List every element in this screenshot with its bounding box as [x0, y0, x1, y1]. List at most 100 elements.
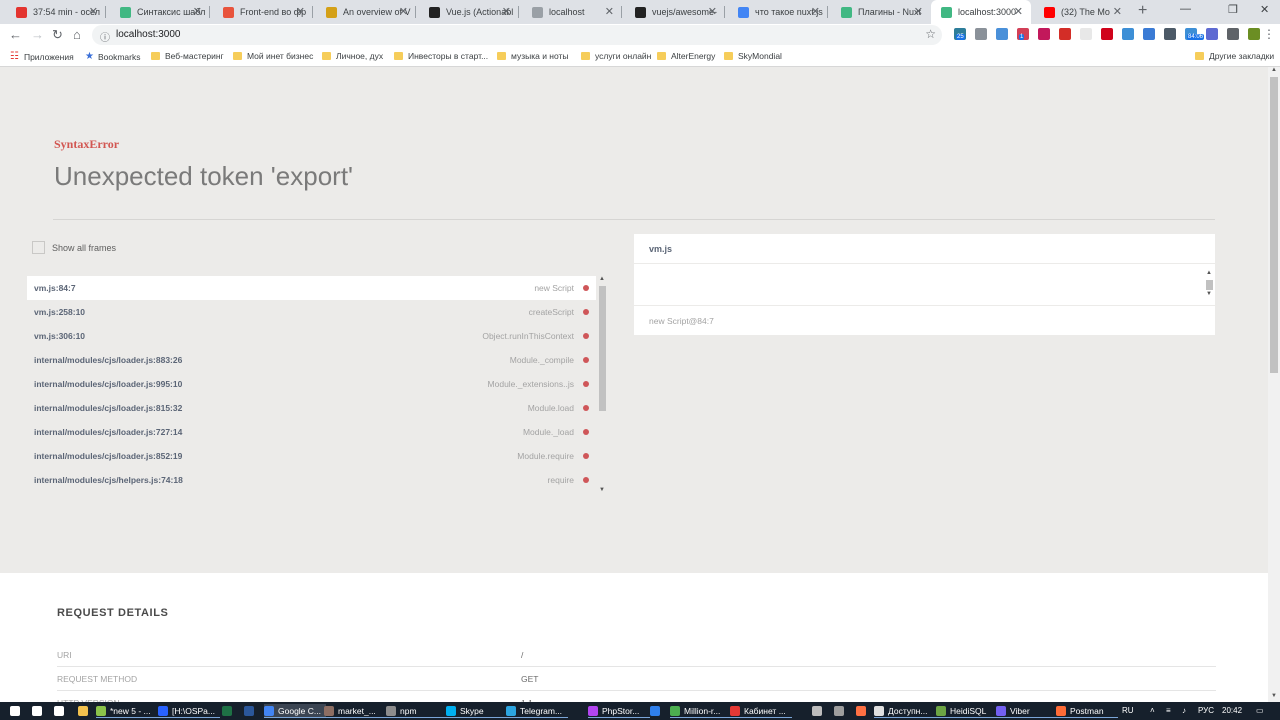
stack-frame[interactable]: vm.js:84:7 new Script [27, 276, 596, 300]
close-icon[interactable]: ✕ [502, 5, 511, 18]
timer-icon[interactable]: 84:06 [1185, 28, 1205, 40]
bookmark-item[interactable]: услуги онлайн [581, 51, 651, 61]
notifications-icon[interactable]: ▭ [1256, 706, 1264, 715]
close-icon[interactable]: ✕ [193, 5, 202, 18]
taskbar-item[interactable]: PhpStor... [588, 704, 650, 718]
heart-icon[interactable] [1038, 28, 1050, 40]
stack-frame[interactable]: internal/modules/cjs/loader.js:815:32 Mod… [27, 396, 596, 420]
show-all-frames-toggle[interactable]: Show all frames [32, 241, 116, 254]
page-scrollbar[interactable]: ▲ ▼ [1268, 67, 1280, 702]
stack-frame[interactable]: internal/modules/cjs/loader.js:883:26 Mod… [27, 348, 596, 372]
tab[interactable]: An overview of V ✕ [316, 0, 416, 24]
close-icon[interactable]: ✕ [296, 5, 305, 18]
taskbar-item[interactable] [812, 704, 826, 718]
taskbar-item[interactable] [650, 704, 664, 718]
tab[interactable]: 37:54 min - осел ✕ [6, 0, 106, 24]
close-icon[interactable]: ✕ [708, 5, 717, 18]
tab[interactable]: Синтаксис шабл ✕ [110, 0, 210, 24]
taskbar-item[interactable]: [H:\OSPa... [158, 704, 220, 718]
keyboard-layout[interactable]: РУС [1198, 706, 1214, 715]
bookmark-item[interactable]: музыка и ноты [497, 51, 569, 61]
minimize-icon[interactable]: — [1180, 3, 1191, 15]
taskbar-item[interactable]: Skype [446, 704, 508, 718]
tab[interactable]: Плагины - Nuxt ✕ [831, 0, 931, 24]
taskbar-item[interactable]: Кабинет ... [730, 704, 792, 718]
bookmark-item[interactable]: ☷ Приложения [10, 51, 74, 62]
bookmark-star-icon[interactable]: ☆ [925, 27, 936, 41]
playlist-icon[interactable] [1227, 28, 1239, 40]
menu-icon[interactable]: ⋮ [1263, 27, 1275, 41]
taskbar-item[interactable] [244, 704, 258, 718]
tray-expand-icon[interactable]: ˄ [1150, 706, 1155, 715]
bookmark-item[interactable]: SkyMondial [724, 51, 782, 61]
shield-icon[interactable] [1206, 28, 1218, 40]
avatar-icon[interactable] [1248, 28, 1260, 40]
translate-icon[interactable] [1143, 28, 1155, 40]
bookmark-item[interactable]: Инвесторы в старт... [394, 51, 488, 61]
taskbar-item[interactable] [10, 704, 24, 718]
bookmark-item[interactable]: AlterEnergy [657, 51, 715, 61]
network-icon[interactable]: ≡ [1166, 706, 1171, 715]
lastpass-icon[interactable] [1059, 28, 1071, 40]
language-indicator[interactable]: RU [1122, 706, 1134, 715]
taskbar-item[interactable]: Viber [996, 704, 1058, 718]
home-icon[interactable]: ⌂ [73, 27, 81, 42]
taskbar-item[interactable] [32, 704, 46, 718]
volume-icon[interactable]: ♪ [1182, 706, 1186, 715]
vpn-icon[interactable] [1164, 28, 1176, 40]
close-icon[interactable]: ✕ [1014, 5, 1023, 18]
scroll-up-icon[interactable]: ▲ [1206, 270, 1212, 276]
stack-frame[interactable]: internal/modules/cjs/loader.js:852:19 Mod… [27, 444, 596, 468]
pocket-icon[interactable] [975, 28, 987, 40]
taskbar-item[interactable]: *new 5 - ... [96, 704, 158, 718]
scroll-up-icon[interactable]: ▲ [1271, 67, 1277, 73]
frames-scroll-thumb[interactable] [599, 286, 606, 411]
tab[interactable]: что такое nuxt.js ✕ [728, 0, 828, 24]
scroll-up-icon[interactable]: ▲ [599, 276, 605, 282]
info-icon[interactable]: ⓘ [100, 29, 110, 44]
clock[interactable]: 20:42 [1222, 706, 1242, 715]
close-icon[interactable]: ✕ [811, 5, 820, 18]
frames-scrollbar[interactable]: ▲ ▼ [598, 276, 607, 495]
page-scroll-thumb[interactable] [1270, 77, 1278, 373]
taskbar-item[interactable]: Telegram... [506, 704, 568, 718]
stack-frame[interactable]: vm.js:306:10 Object.runInThisContext [27, 324, 596, 348]
close-window-icon[interactable]: ✕ [1260, 3, 1269, 16]
tab[interactable]: localhost ✕ [522, 0, 622, 24]
taskbar-item[interactable] [222, 704, 236, 718]
tab[interactable]: Front-end во фр ✕ [213, 0, 313, 24]
new-tab-icon[interactable]: + [1138, 2, 1147, 20]
close-icon[interactable]: ✕ [914, 5, 923, 18]
badge-icon[interactable]: 1 [1017, 28, 1029, 40]
taskbar-item[interactable]: Google C... [264, 704, 326, 718]
address-bar[interactable]: ⓘ localhost:3000 ☆ [92, 25, 942, 45]
close-icon[interactable]: ✕ [399, 5, 408, 18]
scroll-down-icon[interactable]: ▼ [1271, 693, 1277, 699]
taskbar-item[interactable]: Million-r... [670, 704, 732, 718]
ext-icon[interactable] [1080, 28, 1092, 40]
taskbar-item[interactable] [78, 704, 92, 718]
show-all-frames-checkbox[interactable] [32, 241, 45, 254]
stack-frame[interactable]: internal/modules/cjs/helpers.js:74:18 req… [27, 468, 596, 492]
source-code-area[interactable] [634, 264, 1205, 305]
taskbar-item[interactable]: HeidiSQL [936, 704, 998, 718]
tab-active[interactable]: localhost:3000 ✕ [931, 0, 1031, 24]
taskbar-item[interactable]: Postman [1056, 704, 1118, 718]
other-bookmarks[interactable]: Другие закладки [1195, 51, 1274, 61]
close-icon[interactable]: ✕ [1113, 5, 1122, 18]
close-icon[interactable]: ✕ [89, 5, 98, 18]
source-scroll-thumb[interactable] [1206, 280, 1213, 290]
taskbar-item[interactable]: npm [386, 704, 448, 718]
tab[interactable]: vuejs/awesome- ✕ [625, 0, 725, 24]
edit-icon[interactable] [1122, 28, 1134, 40]
video-icon[interactable] [1101, 28, 1113, 40]
screen-icon[interactable] [996, 28, 1008, 40]
stack-frame[interactable]: vm.js:258:10 createScript [27, 300, 596, 324]
source-scrollbar[interactable]: ▲ ▼ [1206, 270, 1213, 300]
bookmark-item[interactable]: Веб-мастеринг [151, 51, 224, 61]
back-icon[interactable]: ← [9, 27, 22, 42]
scroll-down-icon[interactable]: ▼ [599, 487, 605, 493]
tab[interactable]: (32) The Mo ✕ [1034, 0, 1130, 24]
taskbar-item[interactable] [834, 704, 848, 718]
stack-frame[interactable]: internal/modules/cjs/loader.js:995:10 Mod… [27, 372, 596, 396]
